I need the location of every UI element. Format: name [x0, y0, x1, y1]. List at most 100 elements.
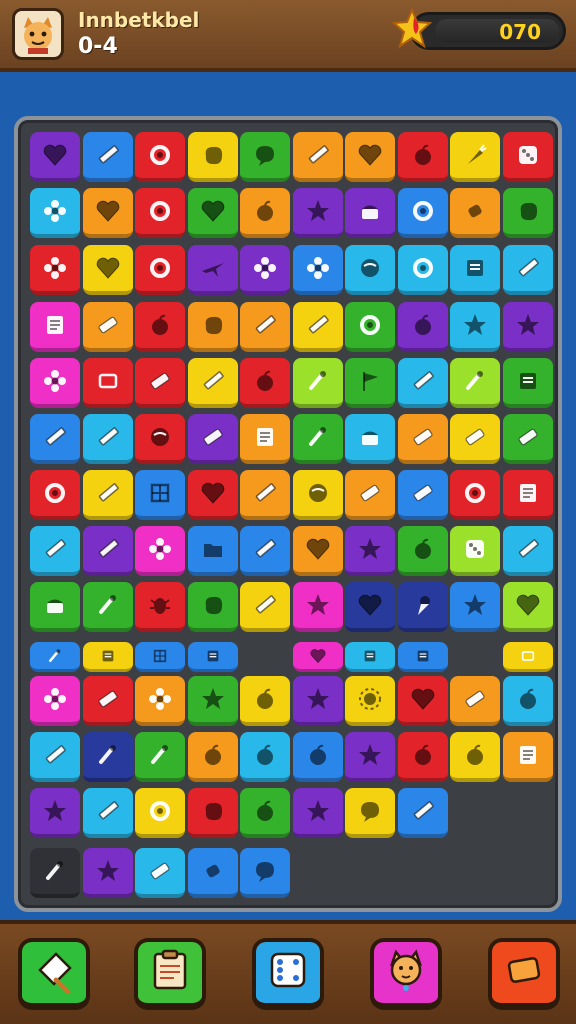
tile-book[interactable] — [82, 642, 133, 672]
tile-blob[interactable] — [187, 582, 238, 632]
tile-flower[interactable] — [135, 676, 185, 726]
tile-book[interactable] — [187, 642, 238, 672]
tile-pencil[interactable] — [502, 526, 553, 576]
tile-apple[interactable] — [240, 358, 290, 408]
tile-star[interactable] — [345, 732, 395, 782]
tile-eraser[interactable] — [450, 414, 500, 464]
tile-pencil[interactable] — [292, 302, 343, 352]
tile-star[interactable] — [82, 848, 133, 898]
cat-button[interactable] — [370, 938, 442, 1010]
tile-flower[interactable] — [292, 245, 343, 295]
tile-star[interactable] — [345, 526, 395, 576]
tile-book[interactable] — [450, 245, 500, 295]
tile-eraser[interactable] — [397, 470, 448, 520]
tile-pencil[interactable] — [240, 302, 290, 352]
tile-apple[interactable] — [502, 676, 553, 726]
tile-ball[interactable] — [345, 245, 395, 295]
tile-candy[interactable] — [450, 188, 500, 238]
tile-star[interactable] — [30, 788, 80, 838]
tile-heart[interactable] — [187, 470, 238, 520]
tile-plane[interactable] — [187, 245, 238, 295]
tile-star[interactable] — [450, 302, 500, 352]
tile-cone[interactable] — [397, 582, 448, 632]
tile-flower[interactable] — [135, 526, 185, 576]
tile-apple[interactable] — [240, 676, 290, 726]
tile-candy[interactable] — [187, 848, 238, 898]
tile-ball[interactable] — [292, 470, 343, 520]
tile-pencil[interactable] — [82, 132, 133, 182]
paper-pencil-button[interactable] — [18, 938, 90, 1010]
tile-ring[interactable] — [135, 788, 185, 838]
tile-brush[interactable] — [292, 414, 343, 464]
tile-apple[interactable] — [397, 732, 448, 782]
tile-cake[interactable] — [30, 582, 80, 632]
tile-apple[interactable] — [240, 732, 290, 782]
tile-dice[interactable] — [450, 526, 500, 576]
tile-note[interactable] — [240, 414, 290, 464]
tile-brush[interactable] — [135, 732, 185, 782]
tile-ring[interactable] — [30, 470, 80, 520]
tile-apple[interactable] — [240, 788, 290, 838]
tile-apple[interactable] — [135, 302, 185, 352]
tile-blob[interactable] — [187, 302, 238, 352]
tile-star[interactable] — [502, 302, 553, 352]
tile-flower[interactable] — [30, 188, 80, 238]
tile-ring[interactable] — [397, 188, 448, 238]
tile-dice[interactable] — [502, 132, 553, 182]
tile-heart[interactable] — [82, 245, 133, 295]
tile-sun[interactable] — [345, 676, 395, 726]
tile-bubble[interactable] — [240, 848, 290, 898]
tile-heart[interactable] — [292, 642, 343, 672]
tile-book[interactable] — [397, 642, 448, 672]
tile-cake[interactable] — [345, 188, 395, 238]
tile-eraser[interactable] — [82, 676, 133, 726]
tile-heart[interactable] — [397, 676, 448, 726]
tile-apple[interactable] — [240, 188, 290, 238]
tile-star[interactable] — [292, 582, 343, 632]
tile-eraser[interactable] — [450, 676, 500, 726]
tile-flag[interactable] — [345, 358, 395, 408]
tile-star[interactable] — [292, 788, 343, 838]
tile-pencil[interactable] — [240, 526, 290, 576]
tile-flower[interactable] — [30, 358, 80, 408]
tile-ring[interactable] — [135, 132, 185, 182]
tile-carrot[interactable] — [450, 132, 500, 182]
tile-rect[interactable] — [82, 358, 133, 408]
tile-eraser[interactable] — [345, 470, 395, 520]
tile-book[interactable] — [345, 642, 395, 672]
tile-apple[interactable] — [397, 302, 448, 352]
tile-blob[interactable] — [187, 132, 238, 182]
tile-brush[interactable] — [82, 732, 133, 782]
tile-flower[interactable] — [240, 245, 290, 295]
tile-brush[interactable] — [82, 582, 133, 632]
tile-star[interactable] — [292, 188, 343, 238]
tile-flower[interactable] — [30, 245, 80, 295]
tile-window[interactable] — [135, 642, 185, 672]
tile-eraser[interactable] — [135, 848, 185, 898]
tile-heart[interactable] — [345, 132, 395, 182]
tile-pencil[interactable] — [292, 132, 343, 182]
tile-pencil[interactable] — [30, 732, 80, 782]
tile-eraser[interactable] — [135, 358, 185, 408]
tile-star[interactable] — [187, 676, 238, 726]
tile-brush[interactable] — [30, 848, 80, 898]
tile-rect[interactable] — [502, 642, 553, 672]
tile-apple[interactable] — [292, 732, 343, 782]
tile-pencil[interactable] — [30, 414, 80, 464]
tile-flower[interactable] — [30, 676, 80, 726]
tile-eraser[interactable] — [502, 414, 553, 464]
tile-ring[interactable] — [345, 302, 395, 352]
tile-brush[interactable] — [292, 358, 343, 408]
tile-pencil[interactable] — [187, 358, 238, 408]
tile-ring[interactable] — [135, 245, 185, 295]
clipboard-button[interactable] — [134, 938, 206, 1010]
tile-eraser[interactable] — [187, 414, 238, 464]
eraser-button[interactable] — [488, 938, 560, 1010]
tile-pencil[interactable] — [82, 788, 133, 838]
tile-pencil[interactable] — [397, 788, 448, 838]
tile-pencil[interactable] — [82, 470, 133, 520]
tile-star[interactable] — [292, 676, 343, 726]
tile-heart[interactable] — [30, 132, 80, 182]
dice-button[interactable] — [252, 938, 324, 1010]
tile-folder[interactable] — [187, 526, 238, 576]
